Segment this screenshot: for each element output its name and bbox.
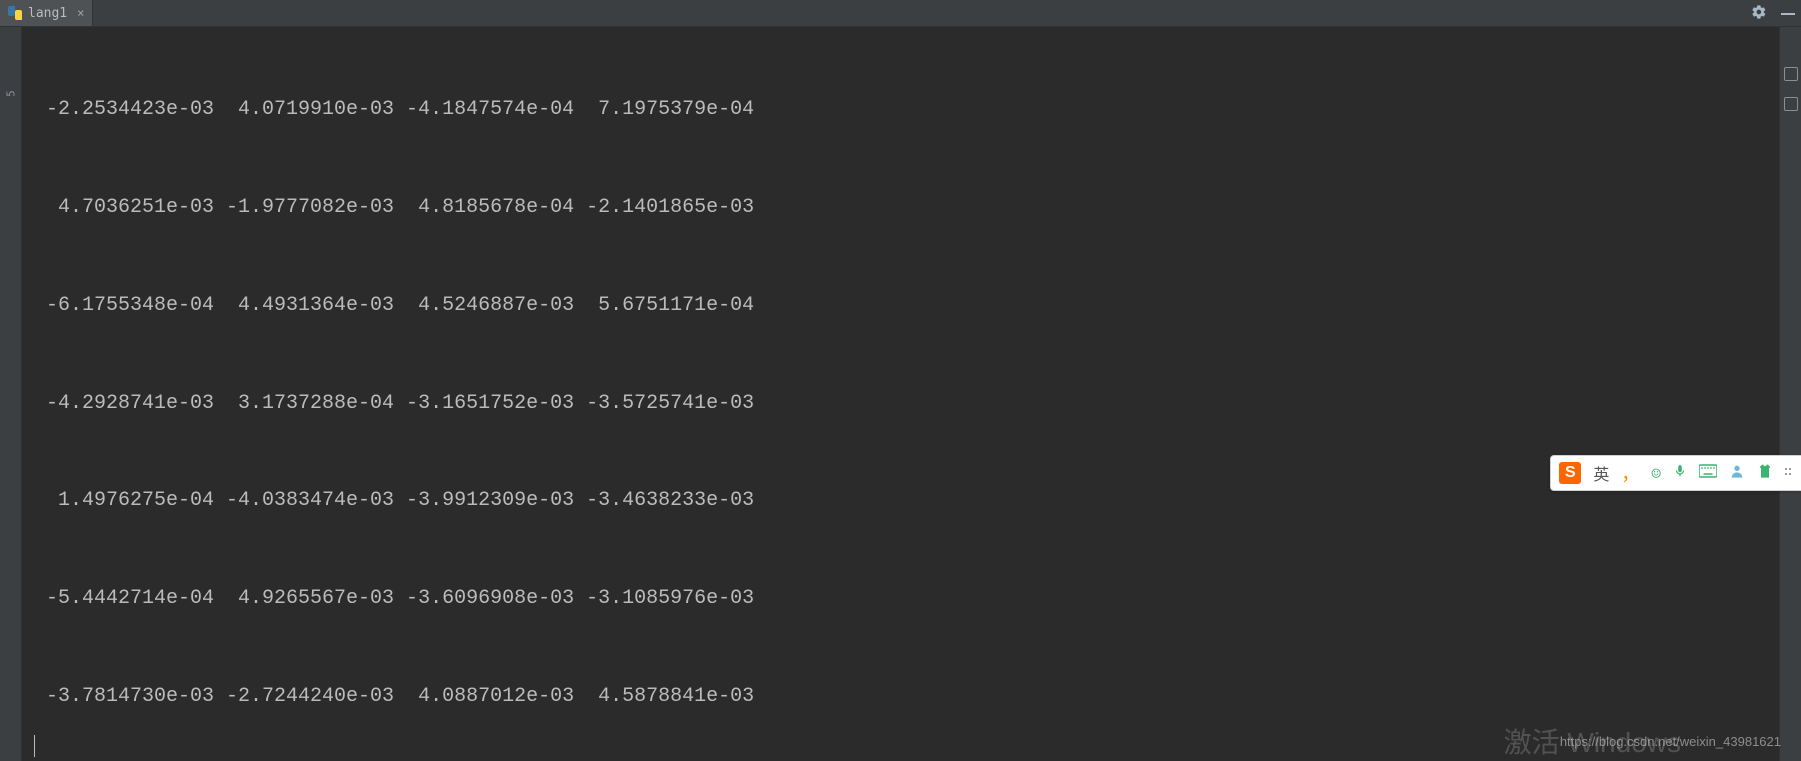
microphone-icon[interactable] <box>1673 463 1687 483</box>
output-line: -6.1755348e-04 4.4931364e-03 4.5246887e-… <box>34 290 1767 323</box>
tab-label: lang1 <box>28 6 67 21</box>
output-line: 4.7036251e-03 -1.9777082e-03 4.8185678e-… <box>34 192 1767 225</box>
text-caret <box>34 735 35 757</box>
tab-lang1[interactable]: lang1 × <box>0 0 93 26</box>
gear-icon[interactable] <box>1751 4 1767 24</box>
output-line: -4.2928741e-03 3.1737288e-04 -3.1651752e… <box>34 388 1767 421</box>
titlebar-actions <box>1751 0 1795 27</box>
right-gutter-icon-1[interactable] <box>1784 67 1798 81</box>
output-line: -5.4442714e-04 4.9265567e-03 -3.6096908e… <box>34 583 1767 616</box>
keyboard-icon[interactable] <box>1699 464 1717 482</box>
output-line: 1.4976275e-04 -4.0383474e-03 -3.9912309e… <box>34 485 1767 518</box>
run-console-output[interactable]: -2.2534423e-03 4.0719910e-03 -4.1847574e… <box>22 27 1779 761</box>
ime-punct-icon[interactable]: ， <box>1621 460 1639 486</box>
tab-bar: lang1 × <box>0 0 1801 27</box>
ime-lang-indicator[interactable]: 英 <box>1593 461 1609 485</box>
skin-icon[interactable] <box>1757 463 1773 483</box>
emoji-icon[interactable]: ☺ <box>1651 464 1661 483</box>
minimize-icon[interactable] <box>1781 13 1795 15</box>
toolbox-icon[interactable] <box>1785 468 1793 478</box>
sogou-ime-toolbar[interactable]: S 英 ， ☺ <box>1550 455 1801 491</box>
close-icon[interactable]: × <box>77 6 84 20</box>
gutter-label[interactable]: 5 <box>5 83 18 105</box>
python-file-icon <box>8 6 22 20</box>
sogou-logo-icon[interactable]: S <box>1559 462 1581 484</box>
left-tool-gutter: 5 <box>0 27 22 761</box>
output-line: -2.2534423e-03 4.0719910e-03 -4.1847574e… <box>34 94 1767 127</box>
output-line: -3.7814730e-03 -2.7244240e-03 4.0887012e… <box>34 681 1767 714</box>
right-gutter-icon-2[interactable] <box>1784 97 1798 111</box>
right-tool-gutter <box>1779 27 1801 761</box>
user-icon[interactable] <box>1729 463 1745 483</box>
